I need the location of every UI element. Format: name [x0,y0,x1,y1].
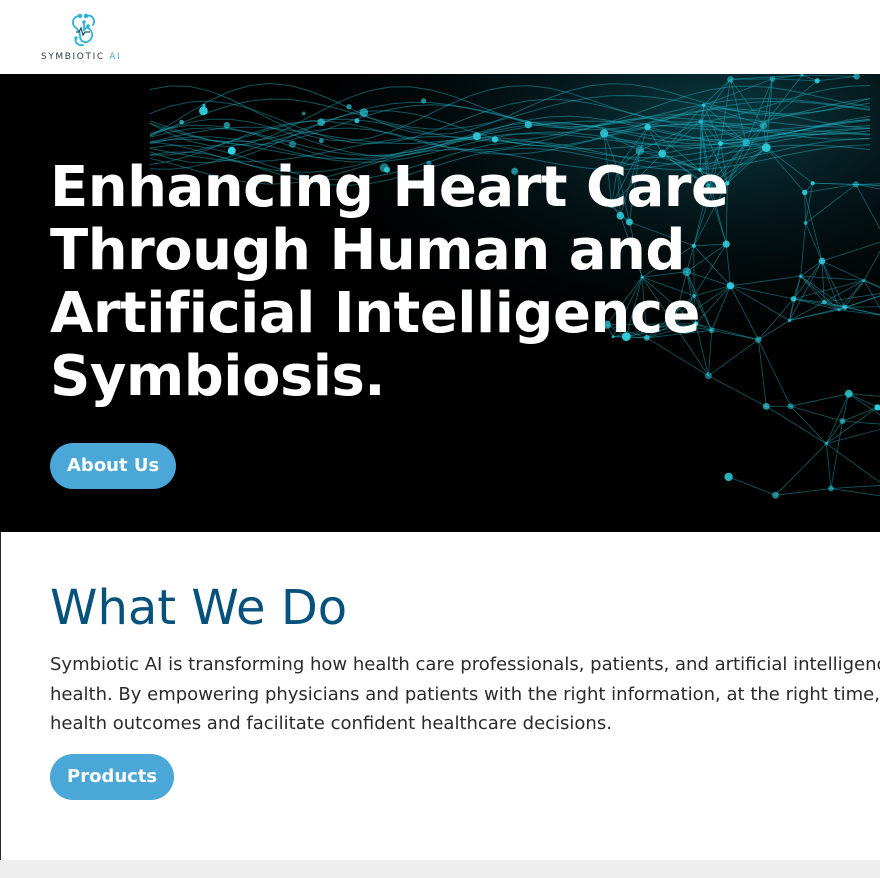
about-us-button[interactable]: About Us [50,443,177,489]
network-node [790,296,797,302]
network-node [821,299,827,305]
network-node [852,181,860,188]
network-node [702,103,706,107]
network-node [359,108,369,117]
network-node [202,103,206,107]
network-node [787,318,792,323]
products-button[interactable]: Products [50,754,175,800]
hero-title-line-4: Symbiosis. [50,344,386,409]
what-we-do-section: What We Do Symbiotic AI is transforming … [0,532,880,860]
network-node [787,403,794,410]
network-node [354,118,360,124]
network-node [318,138,324,144]
what-we-do-body-line-2: health. By empowering physicians and pat… [50,683,880,705]
network-node [842,304,848,310]
what-we-do-body: Symbiotic AI is transforming how health … [50,650,880,739]
network-node [742,138,750,147]
network-node [818,257,826,265]
hero-section: Enhancing Heart Care Through Human and A… [0,74,880,532]
what-we-do-body-line-1: Symbiotic AI is transforming how health … [50,654,880,675]
network-node [199,106,208,116]
network-node [810,181,815,186]
network-node [317,118,326,127]
network-node [761,143,771,153]
site-logo[interactable]: SYMBIOTIC AI [40,8,130,66]
network-node [828,485,834,492]
network-node [223,122,230,129]
network-node [635,146,645,155]
network-node [346,104,352,110]
network-node [472,132,481,141]
heart-circuit-icon [72,13,95,47]
network-node [724,472,733,482]
next-section-strip [0,860,880,878]
what-we-do-title: What We Do [50,580,348,636]
network-node [718,141,723,146]
network-node [862,278,866,283]
network-node [288,140,297,148]
page: SYMBIOTIC AI Enhancing Heart Care Throug… [0,0,880,878]
network-node [227,146,236,155]
network-node [644,123,651,131]
hero-title-line-2: Through Human and [50,218,685,283]
hero-title-line-3: Artificial Intelligence [50,281,701,346]
network-node [769,76,776,82]
network-node [698,119,703,124]
what-we-do-body-line-3: health outcomes and facilitate confident… [50,713,612,734]
network-node [301,111,306,116]
site-header: SYMBIOTIC AI [0,0,880,74]
logo-wordmark-main: SYMBIOTIC [41,52,105,62]
network-node [727,76,734,83]
network-node [839,418,846,424]
network-node [824,441,829,446]
network-node [814,78,820,84]
logo-wordmark: SYMBIOTIC AI [41,52,121,62]
network-node [802,189,808,196]
network-node [844,389,853,398]
network-node [837,308,841,312]
network-node [600,129,609,138]
network-node [179,119,184,125]
hero-title: Enhancing Heart Care Through Human and A… [50,156,770,408]
network-node [759,121,768,130]
network-node [491,136,499,143]
network-node [524,121,532,129]
network-node [772,491,779,499]
hero-title-line-1: Enhancing Heart Care [50,155,729,220]
network-node [803,221,808,225]
network-node [421,98,427,104]
logo-wordmark-accent: AI [109,52,122,62]
network-node [798,274,803,278]
